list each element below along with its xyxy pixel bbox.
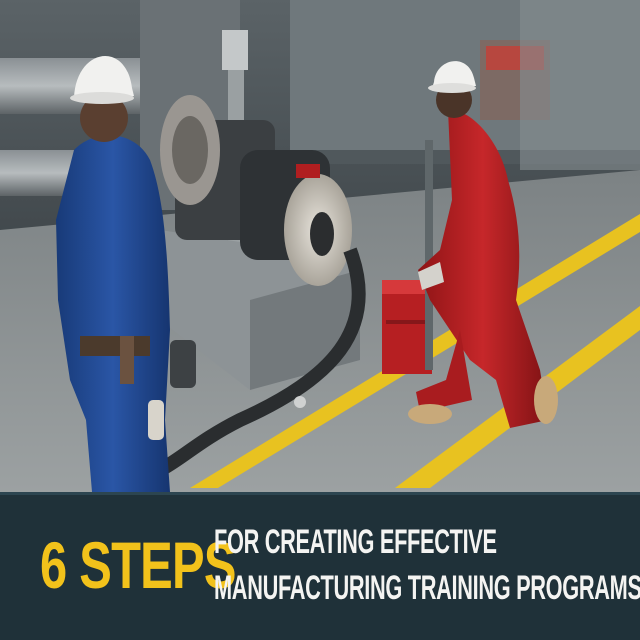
factory-scene	[0, 0, 640, 492]
banner-top-rule	[0, 492, 640, 495]
banner-highlight: 6 STEPS	[40, 528, 236, 602]
training-graphic: 6 STEPS FOR CREATING EFFECTIVE MANUFACTU…	[0, 0, 640, 640]
banner-line-1: FOR CREATING EFFECTIVE	[214, 523, 497, 561]
toolbox	[382, 280, 432, 374]
banner-line-2: MANUFACTURING TRAINING PROGRAMS	[214, 569, 640, 607]
